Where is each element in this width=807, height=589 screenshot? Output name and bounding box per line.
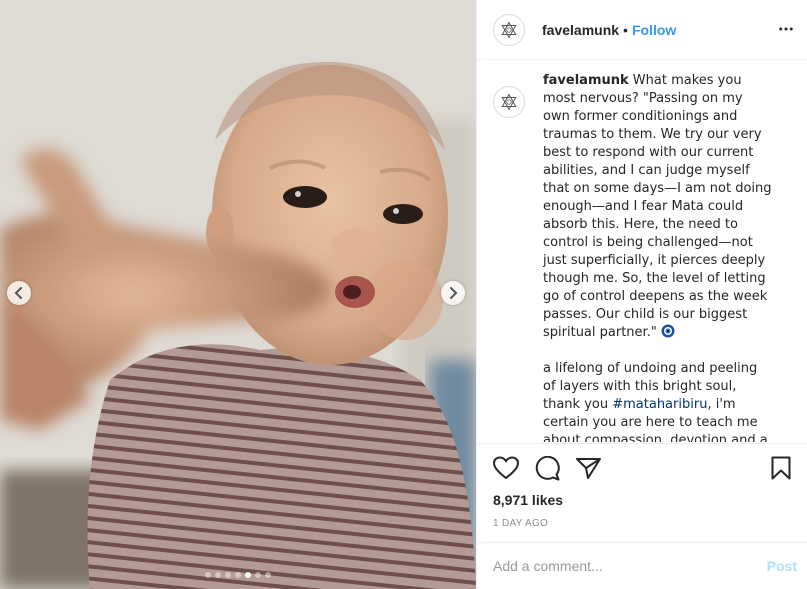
carousel-dot <box>205 572 211 578</box>
likes-count[interactable]: 8,971 likes <box>493 492 791 508</box>
post-timestamp[interactable]: 1 DAY AGO <box>493 518 791 529</box>
avatar[interactable] <box>493 13 525 46</box>
action-icons <box>493 444 791 492</box>
comments-list[interactable]: favelamunk What makes you most nervous? … <box>493 72 797 442</box>
paper-plane-icon <box>576 457 601 479</box>
carousel-dot <box>255 572 261 578</box>
baby-photo <box>0 0 476 589</box>
carousel-indicator <box>0 572 476 578</box>
carousel-next-button[interactable] <box>441 281 465 305</box>
save-button[interactable] <box>771 456 791 485</box>
carousel-dot <box>225 572 231 578</box>
bookmark-icon <box>771 456 791 480</box>
separator-dot: • <box>623 21 628 38</box>
more-options-button[interactable] <box>777 20 795 43</box>
hashtag-link[interactable]: #mataharibiru <box>612 397 707 412</box>
post-detail-panel: favelamunk • Follow favelamunk What make… <box>476 0 807 589</box>
caption-avatar[interactable] <box>493 86 525 118</box>
chevron-left-icon <box>14 287 22 299</box>
carousel-dot <box>265 572 271 578</box>
carousel-dot <box>245 572 251 578</box>
username-link[interactable]: favelamunk <box>542 22 619 38</box>
comment-button[interactable] <box>535 455 560 481</box>
caption-paragraph-1: What makes you most nervous? "Passing on… <box>543 73 772 340</box>
post-header: favelamunk • Follow <box>477 0 807 60</box>
post-media[interactable] <box>0 0 476 589</box>
star-of-david-icon <box>501 21 517 38</box>
heart-icon <box>493 456 519 480</box>
caption-paragraph-2: a lifelong of undoing and peeling of lay… <box>543 360 773 442</box>
post-caption: favelamunk What makes you most nervous? … <box>493 72 797 442</box>
nazar-eye-icon <box>661 324 675 338</box>
share-button[interactable] <box>576 457 601 480</box>
like-button[interactable] <box>493 456 519 480</box>
add-comment-bar: Post <box>477 542 807 589</box>
comment-bubble-icon <box>535 455 560 480</box>
carousel-prev-button[interactable] <box>7 281 31 305</box>
caption-username[interactable]: favelamunk <box>543 73 629 88</box>
chevron-right-icon <box>450 287 458 299</box>
caption-text: favelamunk What makes you most nervous? … <box>543 72 773 442</box>
post-actions: 8,971 likes 1 DAY AGO <box>477 443 807 529</box>
comment-input[interactable] <box>493 558 767 574</box>
carousel-dot <box>215 572 221 578</box>
carousel-dot <box>235 572 241 578</box>
more-horizontal-icon <box>779 27 793 31</box>
star-of-david-icon <box>501 93 517 111</box>
follow-button[interactable]: Follow <box>632 22 676 38</box>
post-comment-button[interactable]: Post <box>767 558 797 574</box>
